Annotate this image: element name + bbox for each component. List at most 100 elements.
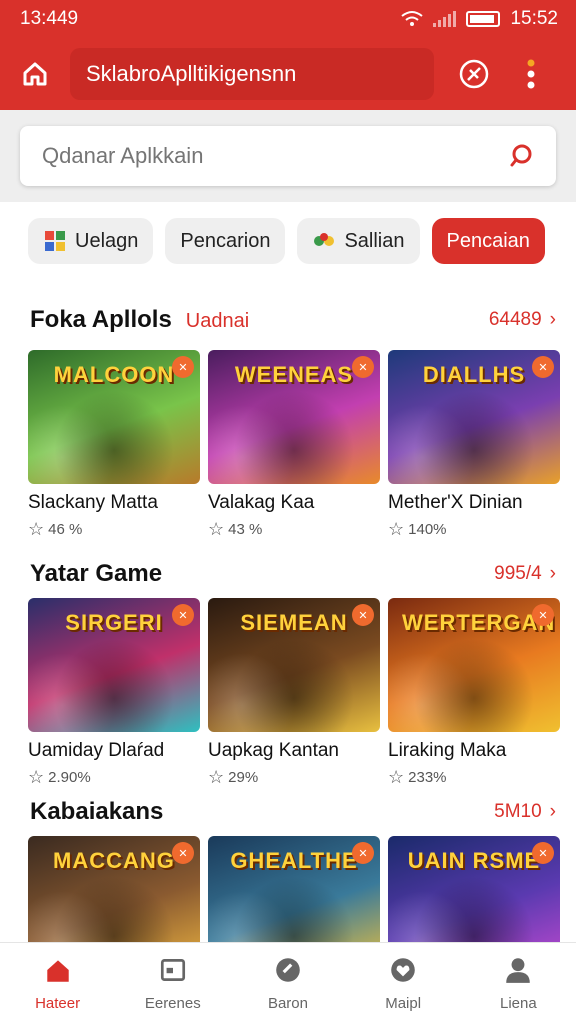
chevron-right-icon: › [549,563,556,584]
blocks-icon [45,231,65,251]
badge-icon: ✕ [352,604,374,626]
rating-value: 29% [228,769,259,786]
search-bar[interactable] [20,126,556,186]
bottom-nav: Hateer Eerenes Baron Maipl Liena [0,942,576,1024]
star-icon: ☆ [28,767,45,787]
home-button[interactable] [0,38,70,110]
signal-icon [433,11,457,27]
game-rating: ☆ 2.90% [28,767,200,788]
nav-item-eerenes[interactable]: Eerenes [115,943,230,1024]
status-clock: 15:52 [510,8,558,29]
star-icon: ☆ [28,519,45,539]
game-card[interactable]: WEENEAS ✕ Valakag Kaa ☆ 43 % [208,350,380,540]
game-card[interactable]: SIEMEAN ✕ Uapkag Kantan ☆ 29% [208,598,380,788]
home-icon [23,62,47,86]
rating-value: 43 % [228,521,263,538]
heart-icon [388,955,418,989]
section-header: Kabaiakans 5M10 › [30,798,556,826]
badge-icon: ✕ [532,842,554,864]
game-thumbnail[interactable]: DIALLHS ✕ [388,350,560,484]
nav-item-baron[interactable]: Baron [230,943,345,1024]
star-icon: ☆ [388,767,405,787]
game-logo: MACCANG [53,848,175,873]
game-rating: ☆ 46 % [28,519,200,540]
search-area [0,110,576,202]
badge-icon: ✕ [352,842,374,864]
app-bar: SklabroAplltikigensnn [0,38,576,110]
game-thumbnail[interactable]: WERTERGAN ✕ [388,598,560,732]
section-more-link[interactable]: 995/4 › [494,563,556,585]
section-title: Kabaiakans [30,798,164,825]
rating-value: 46 % [48,521,83,538]
games-icon [273,955,303,989]
status-time: 13:449 [20,8,79,29]
game-rating: ☆ 43 % [208,519,380,540]
battery-icon [466,11,501,27]
badge-icon: ✕ [532,604,554,626]
rating-value: 2.90% [48,769,91,786]
search-input[interactable] [42,143,442,169]
game-card[interactable]: MALCOON ✕ Slackany Matta ☆ 46 % [28,350,200,540]
game-logo: SIRGERI [65,610,163,635]
game-logo: MALCOON [53,362,175,387]
game-thumbnail[interactable]: MALCOON ✕ [28,350,200,484]
game-logo: DIALLHS [422,362,526,387]
search-icon[interactable] [508,143,534,169]
rating-value: 140% [408,521,447,538]
nav-item-maipl[interactable]: Maipl [346,943,461,1024]
game-rating: ☆ 140% [388,519,560,540]
more-menu-icon[interactable] [524,58,538,90]
game-rating: ☆ 29% [208,767,380,788]
filter-chips: Uelagn Pencarion Sallian Pencaian [28,218,545,264]
badge-icon: ✕ [172,842,194,864]
chip-pencaian[interactable]: Pencaian [431,218,545,264]
person-icon [503,955,533,989]
badge-icon: ✕ [172,604,194,626]
nav-item-hateer[interactable]: Hateer [0,943,115,1024]
section-subtitle: Uadnai [185,310,250,332]
nav-label: Baron [267,995,308,1012]
chevron-right-icon: › [549,309,556,330]
game-logo: UAIN RSME [407,848,541,873]
game-logo: WERTERGAN [402,610,556,635]
game-logo: WEENEAS [234,362,354,387]
nav-item-liena[interactable]: Liena [461,943,576,1024]
status-bar: 13:449 15:52 [0,0,576,38]
game-card[interactable]: WERTERGAN ✕ Liraking Maka ☆ 233% [388,598,560,788]
section-more-link[interactable]: 64489 › [489,309,556,331]
compass-icon[interactable] [458,58,490,90]
star-icon: ☆ [388,519,405,539]
nav-label: Liena [499,995,537,1012]
nav-label: Hateer [35,995,81,1012]
gamepad-icon [314,233,335,246]
game-card[interactable]: DIALLHS ✕ Mether'X Dinian ☆ 140% [388,350,560,540]
section-header: Foka Apllols Uadnai 64489 › [30,306,556,334]
game-title: Slackany Matta [28,492,158,513]
wifi-icon [401,11,424,26]
game-title: Uapkag Kantan [208,740,339,761]
game-title: Valakag Kaa [208,492,315,513]
chevron-right-icon: › [549,801,556,822]
game-logo: SIEMEAN [240,610,348,635]
game-thumbnail[interactable]: SIRGERI ✕ [28,598,200,732]
game-thumbnail[interactable]: WEENEAS ✕ [208,350,380,484]
section-title: Yatar Game [30,560,163,587]
game-card[interactable]: SIRGERI ✕ Uamiday Dlaŕad ☆ 2.90% [28,598,200,788]
game-title: Mether'X Dinian [388,492,523,513]
nav-label: Maipl [385,995,422,1012]
card-row: SIRGERI ✕ Uamiday Dlaŕad ☆ 2.90% SIEMEAN ✕ Uapk… [28,598,560,788]
app-title[interactable]: SklabroAplltikigensnn [70,48,434,100]
game-title: Uamiday Dlaŕad [28,740,165,761]
game-thumbnail[interactable]: SIEMEAN ✕ [208,598,380,732]
game-logo: GHEALTHE [230,848,358,873]
chip-pencarion[interactable]: Pencarion [165,218,286,264]
chip-sallian[interactable]: Sallian [297,218,420,264]
chip-uelagn[interactable]: Uelagn [28,218,154,264]
section-more-link[interactable]: 5M10 › [494,801,556,823]
star-icon: ☆ [208,519,225,539]
badge-icon: ✕ [352,356,374,378]
badge-icon: ✕ [172,356,194,378]
home-icon [43,955,73,989]
rating-value: 233% [408,769,447,786]
apps-icon [158,955,188,989]
